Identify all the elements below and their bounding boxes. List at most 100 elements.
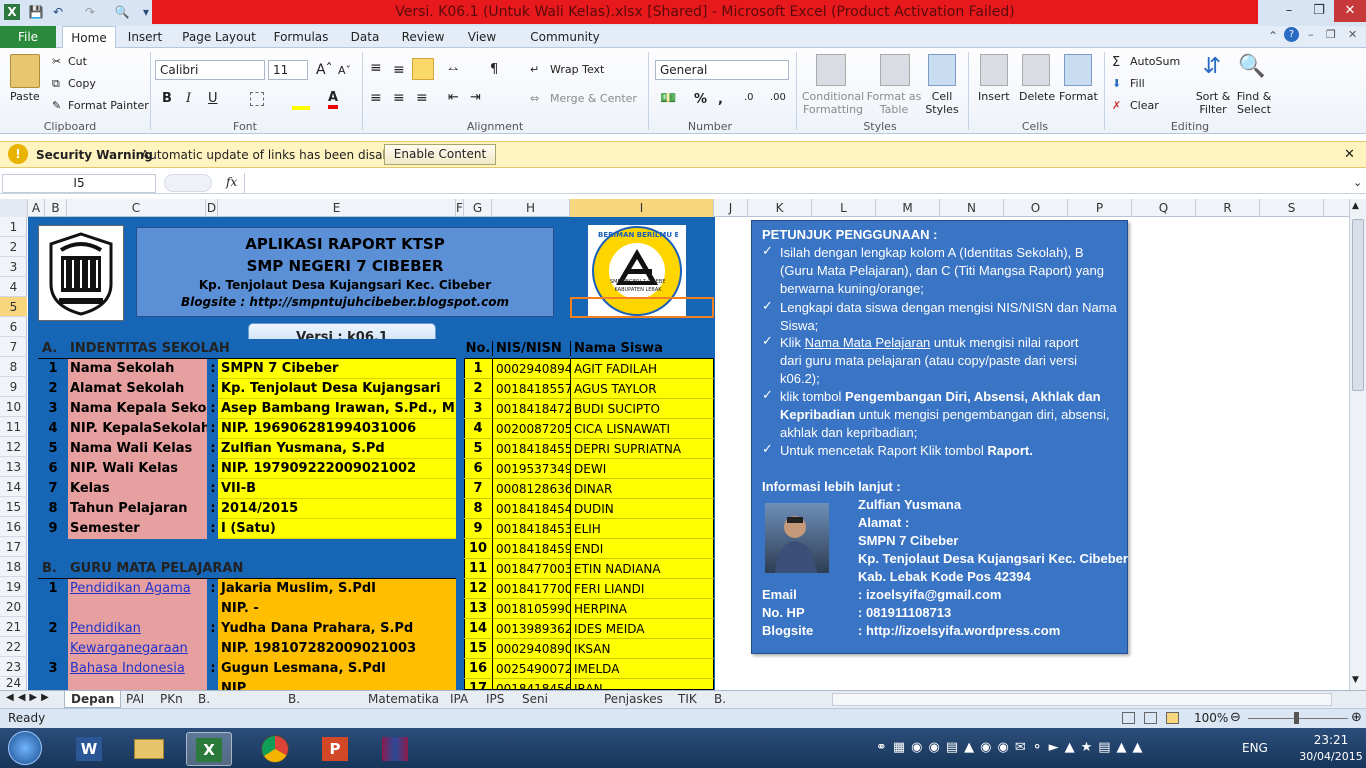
close-button[interactable]: ✕ xyxy=(1334,0,1366,22)
row-header[interactable]: 15 xyxy=(0,497,27,517)
student-nis[interactable]: 0002940894 xyxy=(492,359,570,379)
row-header[interactable]: 7 xyxy=(0,337,27,357)
find-select-button[interactable]: Find & Select xyxy=(1232,90,1276,116)
undo-icon[interactable]: ↶ xyxy=(50,4,66,20)
system-tray-icons[interactable]: ⚭▦◉◉▤▲◉◉✉⚬►▲★▤▲▲ xyxy=(876,740,1149,755)
subject-link[interactable]: Bahasa Indonesia xyxy=(68,659,207,690)
sheet-tab[interactable]: PKn xyxy=(154,691,189,708)
fill-icon[interactable]: ⬇ xyxy=(1112,77,1121,90)
sheet-tab[interactable]: Matematika xyxy=(362,691,445,708)
worksheet-grid[interactable]: APLIKASI RAPORT KTSP SMP NEGERI 7 CIBEBE… xyxy=(28,217,1353,690)
column-header[interactable]: F xyxy=(456,199,464,217)
student-name[interactable]: IRAN xyxy=(570,679,714,690)
teacher-name[interactable]: Jakaria Muslim, S.PdI xyxy=(218,579,456,599)
clock-date[interactable]: 30/04/2015 xyxy=(1296,750,1366,763)
delete-cells-button[interactable]: Delete xyxy=(1019,90,1055,103)
increase-decimal-icon[interactable]: .0 xyxy=(744,92,754,103)
cut-button[interactable]: Cut xyxy=(68,55,87,68)
column-header[interactable]: O xyxy=(1004,199,1068,217)
workbook-close-icon[interactable]: ✕ xyxy=(1348,28,1357,41)
format-cells-button[interactable]: Format xyxy=(1059,90,1098,103)
copy-icon[interactable]: ⧉ xyxy=(52,77,60,91)
row-header[interactable]: 1 xyxy=(0,217,27,237)
format-painter-button[interactable]: Format Painter xyxy=(68,99,149,112)
column-header[interactable]: B xyxy=(45,199,67,217)
sheet-tab[interactable]: IPA xyxy=(444,691,474,708)
row-header[interactable]: 17 xyxy=(0,537,27,557)
number-format-select[interactable]: General xyxy=(655,60,789,80)
merge-center-button[interactable]: Merge & Center xyxy=(550,92,637,105)
row-header[interactable]: 22 xyxy=(0,637,27,657)
row-header[interactable]: 2 xyxy=(0,237,27,257)
grow-font-icon[interactable]: Aˆ xyxy=(316,62,333,78)
student-nis[interactable]: 0018418472 xyxy=(492,399,570,419)
merge-center-icon[interactable]: ⇔ xyxy=(530,92,539,105)
page-break-view-icon[interactable] xyxy=(1166,712,1179,724)
cell-styles-button[interactable]: Cell Styles xyxy=(922,90,962,116)
chrome-icon[interactable] xyxy=(252,732,298,766)
sort-filter-button[interactable]: Sort & Filter xyxy=(1192,90,1234,116)
row-header[interactable]: 8 xyxy=(0,357,27,377)
sort-filter-icon[interactable]: ⇵ xyxy=(1198,54,1226,86)
close-warning-icon[interactable]: ✕ xyxy=(1344,147,1355,162)
cut-icon[interactable]: ✂ xyxy=(52,55,61,68)
column-header[interactable]: G xyxy=(464,199,492,217)
expand-formula-bar-icon[interactable]: ⌄ xyxy=(1353,176,1362,189)
horizontal-scrollbar[interactable] xyxy=(832,693,1332,706)
tab-insert[interactable]: Insert xyxy=(122,26,168,48)
row-header[interactable]: 18 xyxy=(0,557,27,577)
student-name[interactable]: DUDIN xyxy=(570,499,714,519)
section-a-row-value[interactable]: NIP. 197909222009021002 xyxy=(218,459,456,479)
restore-button[interactable]: ❐ xyxy=(1304,0,1334,22)
student-nis[interactable]: 0018417700 xyxy=(492,579,570,599)
column-header[interactable]: E xyxy=(218,199,456,217)
excel-taskbar-icon[interactable]: X xyxy=(186,732,232,766)
orientation-icon[interactable]: ⥎ xyxy=(448,62,458,77)
student-name[interactable]: IMELDA xyxy=(570,659,714,679)
decrease-indent-icon[interactable]: ⇤ xyxy=(448,90,459,105)
minimize-ribbon-icon[interactable]: ⌃ xyxy=(1268,29,1278,43)
column-header[interactable]: A xyxy=(28,199,45,217)
comma-style-icon[interactable]: , xyxy=(718,92,723,107)
clear-button[interactable]: Clear xyxy=(1130,99,1159,112)
section-a-row-value[interactable]: Asep Bambang Irawan, S.Pd., M.MPd xyxy=(218,399,456,419)
increase-indent-icon[interactable]: ⇥ xyxy=(470,90,481,105)
student-nis[interactable]: 0018477003 xyxy=(492,559,570,579)
student-nis[interactable]: 0018105990 xyxy=(492,599,570,619)
section-a-row-value[interactable]: I (Satu) xyxy=(218,519,456,539)
font-color-icon[interactable]: A xyxy=(328,90,339,109)
column-header[interactable]: D xyxy=(206,199,218,217)
sheet-tab[interactable]: B. Indonesia xyxy=(192,691,262,723)
redo-icon[interactable]: ↷ xyxy=(82,4,98,20)
underline-icon[interactable]: U xyxy=(208,91,218,106)
student-nis[interactable]: 0018418557 xyxy=(492,379,570,399)
format-cells-icon[interactable] xyxy=(1064,54,1092,86)
align-middle-icon[interactable]: ≡ xyxy=(393,62,405,78)
tab-home[interactable]: Home xyxy=(62,26,116,49)
student-nis[interactable]: 0018418453 xyxy=(492,519,570,539)
page-layout-view-icon[interactable] xyxy=(1144,712,1157,724)
borders-icon[interactable] xyxy=(250,92,264,106)
student-name[interactable]: AGUS TAYLOR xyxy=(570,379,714,399)
column-header[interactable]: Q xyxy=(1132,199,1196,217)
column-header[interactable]: L xyxy=(812,199,876,217)
decrease-decimal-icon[interactable]: .00 xyxy=(770,92,786,103)
student-name[interactable]: ENDI xyxy=(570,539,714,559)
student-name[interactable]: DEPRI SUPRIATNA xyxy=(570,439,714,459)
student-name[interactable]: BUDI SUCIPTO xyxy=(570,399,714,419)
student-name[interactable]: DINAR xyxy=(570,479,714,499)
insert-cells-button[interactable]: Insert xyxy=(978,90,1010,103)
cell-styles-icon[interactable] xyxy=(928,54,956,86)
accounting-format-icon[interactable]: 💵 xyxy=(660,91,676,106)
align-bottom-icon[interactable] xyxy=(412,58,434,80)
sheet-tab[interactable]: PAI xyxy=(120,691,150,708)
font-size-select[interactable]: 11 xyxy=(268,60,308,80)
conditional-formatting-icon[interactable] xyxy=(816,54,846,86)
select-all-corner[interactable] xyxy=(0,199,28,217)
row-header[interactable]: 16 xyxy=(0,517,27,537)
column-header[interactable]: R xyxy=(1196,199,1260,217)
autosum-icon[interactable]: Σ xyxy=(1112,55,1120,70)
teacher-name[interactable]: Yudha Dana Prahara, S.Pd xyxy=(218,619,456,639)
powerpoint-icon[interactable]: P xyxy=(312,732,358,766)
wrap-text-button[interactable]: Wrap Text xyxy=(550,63,604,76)
